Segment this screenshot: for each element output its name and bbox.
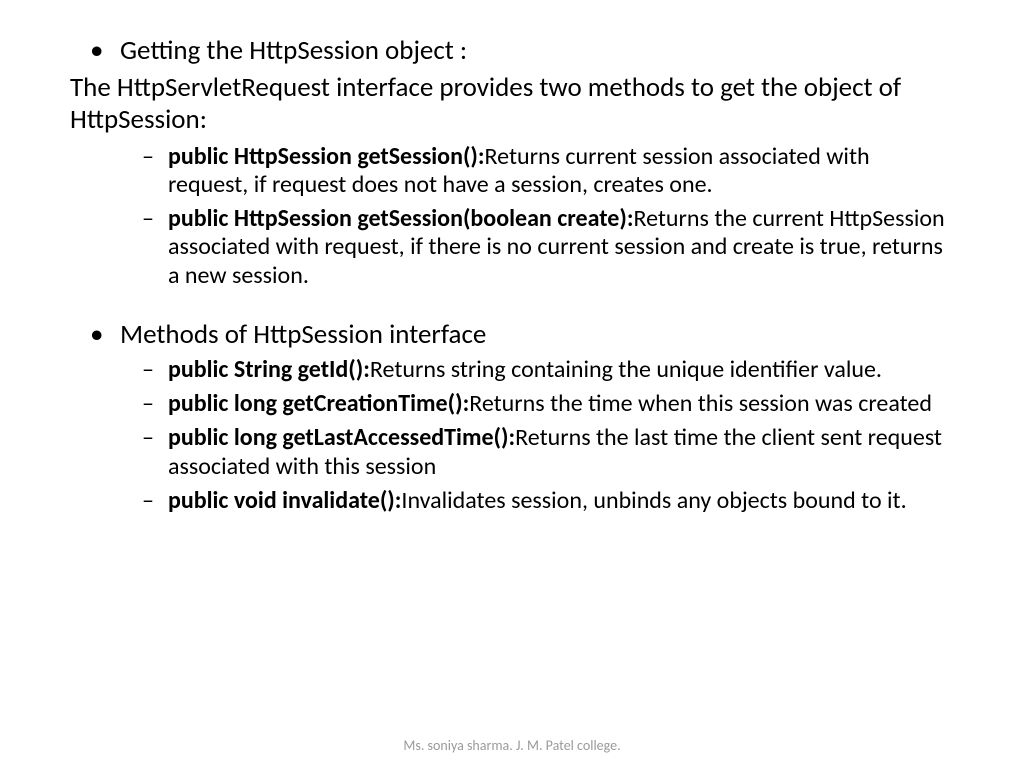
dash-marker: – <box>142 356 168 384</box>
dash-marker: – <box>142 205 168 290</box>
bullet-text: public void invalidate():Invalidates ses… <box>168 487 954 515</box>
spacer <box>70 296 954 318</box>
method-signature: public void invalidate(): <box>168 486 401 515</box>
bullet-sub-3: – public String getId():Returns string c… <box>142 356 954 384</box>
paragraph-1: The HttpServletRequest interface provide… <box>70 72 954 137</box>
bullet-text: public HttpSession getSession(boolean cr… <box>168 205 954 290</box>
method-signature: public long getCreationTime(): <box>168 389 469 418</box>
bullet-sub-2: – public HttpSession getSession(boolean … <box>142 205 954 290</box>
method-description: Invalidates session, unbinds any objects… <box>401 486 906 515</box>
method-signature: public HttpSession getSession(boolean cr… <box>168 204 633 233</box>
bullet-sub-1: – public HttpSession getSession():Return… <box>142 143 954 200</box>
dash-marker: – <box>142 424 168 481</box>
bullet-text: Getting the HttpSession object : <box>120 34 954 68</box>
bullet-text: Methods of HttpSession interface <box>120 318 954 352</box>
dash-marker: – <box>142 143 168 200</box>
method-description: Returns string containing the unique ide… <box>370 355 882 384</box>
bullet-sub-5: – public long getLastAccessedTime():Retu… <box>142 424 954 481</box>
bullet-text: public long getLastAccessedTime():Return… <box>168 424 954 481</box>
slide-content: • Getting the HttpSession object : The H… <box>0 0 1024 515</box>
method-signature: public long getLastAccessedTime(): <box>168 423 515 452</box>
method-signature: public String getId(): <box>168 355 370 384</box>
dash-marker: – <box>142 390 168 418</box>
bullet-marker: • <box>70 34 120 68</box>
slide-footer: Ms. soniya sharma. J. M. Patel college. <box>0 737 1024 754</box>
dash-marker: – <box>142 487 168 515</box>
bullet-main-1: • Getting the HttpSession object : <box>70 34 954 68</box>
bullet-text: public long getCreationTime():Returns th… <box>168 390 954 418</box>
bullet-text: public HttpSession getSession():Returns … <box>168 143 954 200</box>
bullet-sub-6: – public void invalidate():Invalidates s… <box>142 487 954 515</box>
method-description: Returns the time when this session was c… <box>469 389 932 418</box>
bullet-sub-4: – public long getCreationTime():Returns … <box>142 390 954 418</box>
bullet-marker: • <box>70 318 120 352</box>
method-signature: public HttpSession getSession(): <box>168 142 485 171</box>
bullet-main-2: • Methods of HttpSession interface <box>70 318 954 352</box>
bullet-text: public String getId():Returns string con… <box>168 356 954 384</box>
